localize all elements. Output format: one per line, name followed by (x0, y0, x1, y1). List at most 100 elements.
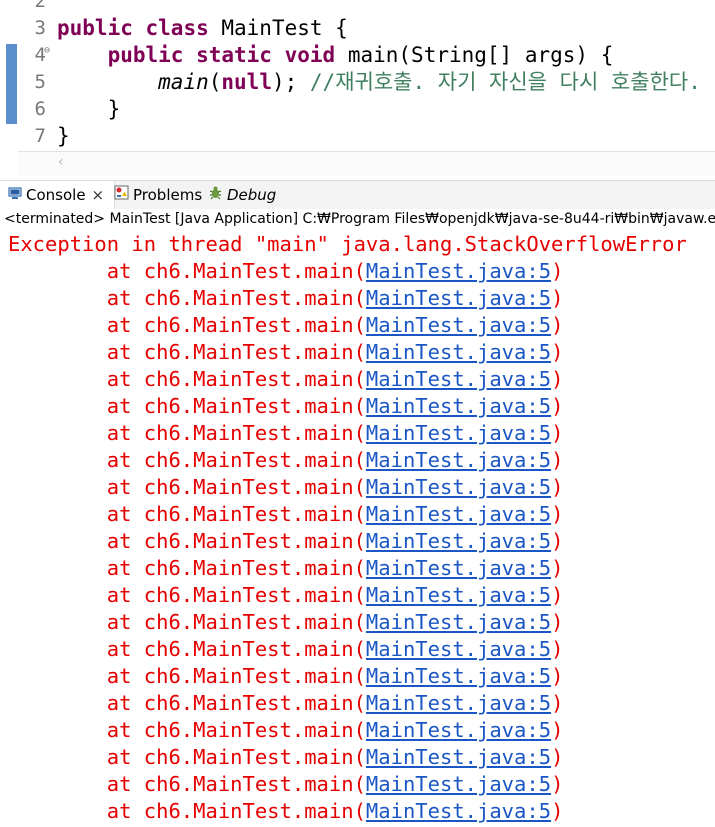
trace-frame-close: ) (551, 313, 564, 337)
stack-trace-line: at ch6.MainTest.main(MainTest.java:5) (8, 339, 564, 366)
trace-frame-close: ) (551, 664, 564, 688)
source-link[interactable]: MainTest.java:5 (366, 637, 551, 661)
exception-line: Exception in thread "main" java.lang.Sta… (8, 232, 687, 256)
source-link[interactable]: MainTest.java:5 (366, 286, 551, 310)
source-link[interactable]: MainTest.java:5 (366, 475, 551, 499)
source-link[interactable]: MainTest.java:5 (366, 367, 551, 391)
stack-trace-line: at ch6.MainTest.main(MainTest.java:5) (8, 528, 564, 555)
console-icon (8, 181, 22, 210)
trace-frame-close: ) (551, 637, 564, 661)
source-link[interactable]: MainTest.java:5 (366, 448, 551, 472)
code-line[interactable]: 7} (0, 123, 715, 150)
line-number: 7 (34, 125, 46, 147)
tab-debug[interactable]: Debug (208, 181, 276, 210)
trace-frame-close: ) (551, 583, 564, 607)
source-link[interactable]: MainTest.java:5 (366, 691, 551, 715)
code-line[interactable]: 3 public class MainTest { (0, 15, 715, 42)
trace-frame-close: ) (551, 448, 564, 472)
source-link[interactable]: MainTest.java:5 (366, 745, 551, 769)
problems-icon (114, 181, 129, 210)
stack-trace-line: at ch6.MainTest.main(MainTest.java:5) (8, 285, 564, 312)
trace-frame-text: at ch6.MainTest.main( (8, 556, 366, 580)
source-link[interactable]: MainTest.java:5 (366, 502, 551, 526)
code-line[interactable]: 6 } (0, 96, 715, 123)
code-line[interactable]: 4 ⊖ public static void main(String[] args… (0, 42, 715, 69)
stack-trace-line: at ch6.MainTest.main(MainTest.java:5) (8, 366, 564, 393)
trace-frame-close: ) (551, 286, 564, 310)
trace-frame-close: ) (551, 691, 564, 715)
trace-frame-close: ) (551, 529, 564, 553)
stack-trace-line: at ch6.MainTest.main(MainTest.java:5) (8, 690, 564, 717)
stack-trace-line: at ch6.MainTest.main(MainTest.java:5) (8, 717, 564, 744)
keyword-token: null (221, 70, 272, 94)
stack-trace-line: at ch6.MainTest.main(MainTest.java:5) (8, 501, 564, 528)
tab-problems[interactable]: Problems (114, 181, 202, 210)
stack-trace-line: at ch6.MainTest.main(MainTest.java:5) (8, 474, 564, 501)
code-text: public class MainTest { (57, 15, 348, 42)
code-token: main(String[] args) { (335, 43, 614, 67)
code-token: } (57, 124, 70, 148)
code-text: public static void main(String[] args) { (57, 42, 614, 69)
source-link[interactable]: MainTest.java:5 (366, 664, 551, 688)
line-number: 5 (34, 71, 46, 93)
code-text: } (57, 123, 70, 150)
code-editor[interactable]: 2 3 public class MainTest {4 ⊖ public stati… (0, 0, 715, 178)
trace-frame-text: at ch6.MainTest.main( (8, 610, 366, 634)
source-link[interactable]: MainTest.java:5 (366, 583, 551, 607)
trace-frame-text: at ch6.MainTest.main( (8, 394, 366, 418)
trace-frame-text: at ch6.MainTest.main( (8, 664, 366, 688)
code-token: ( (208, 70, 222, 94)
source-link[interactable]: MainTest.java:5 (366, 394, 551, 418)
stack-trace-line: at ch6.MainTest.main(MainTest.java:5) (8, 420, 564, 447)
trace-frame-close: ) (551, 502, 564, 526)
trace-frame-close: ) (551, 556, 564, 580)
keyword-token: void (284, 43, 336, 67)
code-token: } (57, 97, 121, 121)
stack-trace-line: at ch6.MainTest.main(MainTest.java:5) (8, 447, 564, 474)
fold-toggle-icon[interactable]: ⊖ (44, 44, 50, 58)
code-token: MainTest { (208, 16, 348, 40)
stack-trace-line: at ch6.MainTest.main(MainTest.java:5) (8, 609, 564, 636)
line-number: 3 (34, 17, 46, 39)
stack-trace-line: at ch6.MainTest.main(MainTest.java:5) (8, 798, 564, 825)
source-link[interactable]: MainTest.java:5 (366, 313, 551, 337)
trace-frame-close: ) (551, 745, 564, 769)
source-link[interactable]: MainTest.java:5 (366, 772, 551, 796)
trace-frame-text: at ch6.MainTest.main( (8, 637, 366, 661)
source-link[interactable]: MainTest.java:5 (366, 340, 551, 364)
source-link[interactable]: MainTest.java:5 (366, 799, 551, 823)
trace-frame-close: ) (551, 475, 564, 499)
code-line[interactable]: 5 main(null); //재귀호출. 자기 자신을 다시 호출한다. (0, 69, 715, 96)
keyword-token: static (196, 43, 272, 67)
code-line[interactable]: 2 (0, 0, 715, 15)
source-link[interactable]: MainTest.java:5 (366, 259, 551, 283)
source-link[interactable]: MainTest.java:5 (366, 718, 551, 742)
tab-problems-label: Problems (133, 186, 203, 204)
method-call-token: main (158, 70, 209, 94)
trace-frame-close: ) (551, 718, 564, 742)
console-output[interactable]: Exception in thread "main" java.lang.Sta… (0, 231, 715, 827)
stack-trace-line: at ch6.MainTest.main(MainTest.java:5) (8, 663, 564, 690)
stack-trace-line: at ch6.MainTest.main(MainTest.java:5) (8, 312, 564, 339)
trace-frame-close: ) (551, 421, 564, 445)
stack-trace-line: at ch6.MainTest.main(MainTest.java:5) (8, 744, 564, 771)
line-number: 2 (34, 0, 46, 12)
keyword-token: public (57, 16, 133, 40)
horizontal-scrollbar[interactable]: ‹ (18, 151, 715, 176)
source-link[interactable]: MainTest.java:5 (366, 529, 551, 553)
scroll-left-icon[interactable]: ‹ (58, 154, 64, 170)
line-number: 4 (34, 44, 46, 66)
line-number: 6 (34, 98, 46, 120)
tab-console[interactable]: Console × (0, 181, 116, 210)
source-link[interactable]: MainTest.java:5 (366, 556, 551, 580)
source-link[interactable]: MainTest.java:5 (366, 421, 551, 445)
stack-trace-line: at ch6.MainTest.main(MainTest.java:5) (8, 258, 564, 285)
close-icon[interactable]: × (92, 186, 105, 204)
source-link[interactable]: MainTest.java:5 (366, 610, 551, 634)
stack-trace-line: at ch6.MainTest.main(MainTest.java:5) (8, 771, 564, 798)
trace-frame-close: ) (551, 259, 564, 283)
trace-frame-text: at ch6.MainTest.main( (8, 286, 366, 310)
